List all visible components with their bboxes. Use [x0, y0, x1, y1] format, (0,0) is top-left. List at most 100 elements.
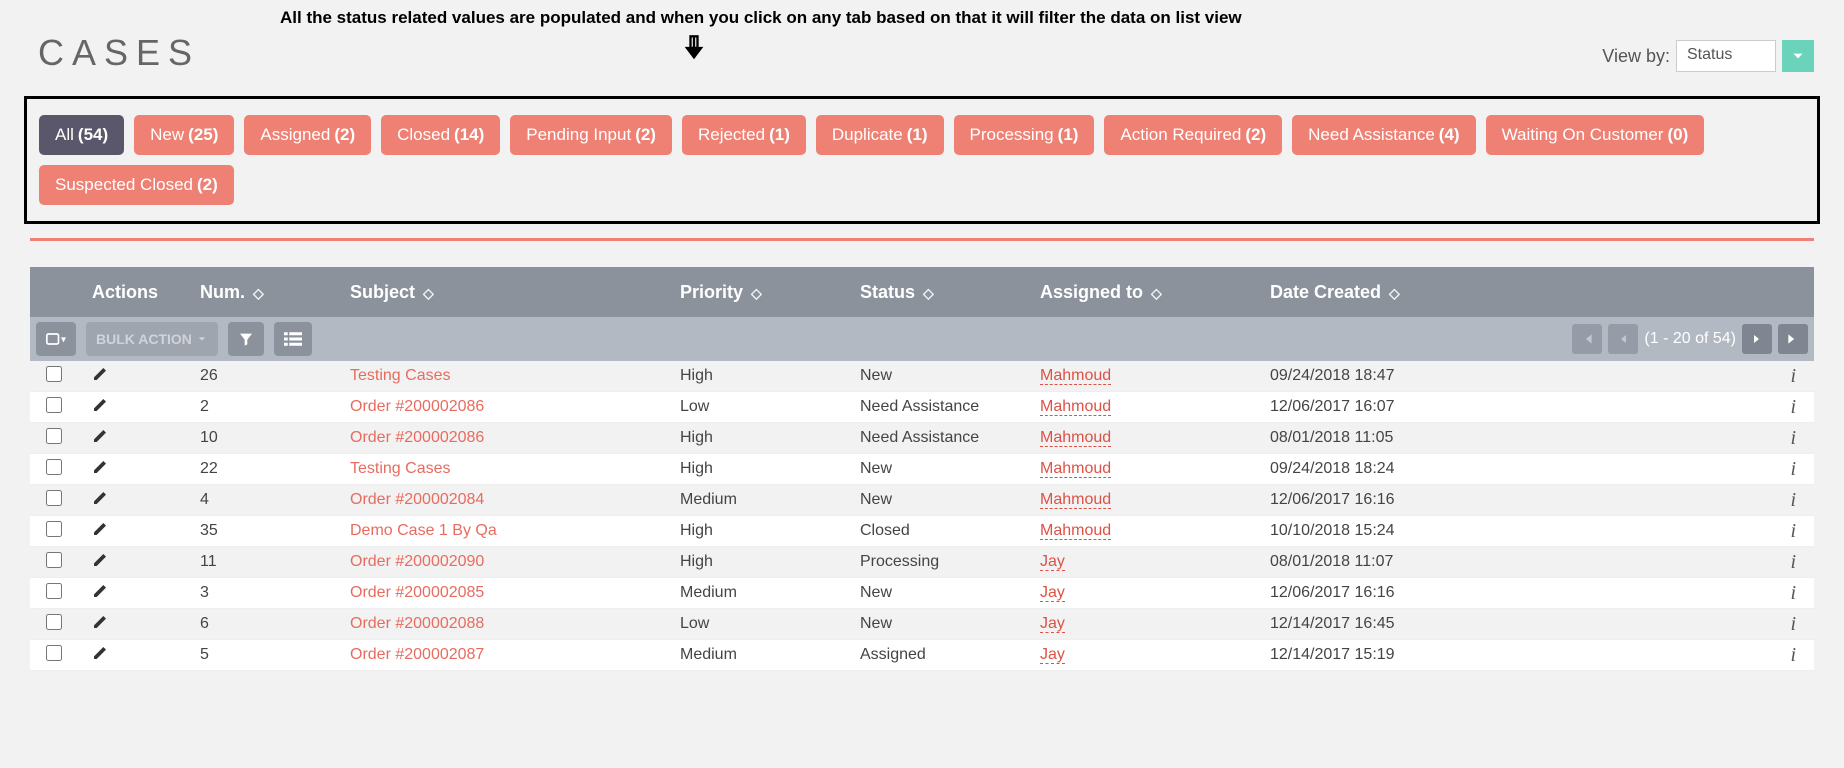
col-num[interactable]: Num.◇ — [200, 282, 350, 303]
info-icon[interactable]: i — [1790, 582, 1796, 604]
status-tab-all[interactable]: All (54) — [39, 115, 124, 155]
tab-count: (2) — [334, 125, 355, 145]
tab-count: (4) — [1439, 125, 1460, 145]
cell-date: 12/06/2017 16:16 — [1270, 491, 1520, 509]
assigned-link[interactable]: Jay — [1040, 584, 1065, 602]
sort-icon: ◇ — [923, 285, 934, 301]
table-row: 5Order #200002087MediumAssignedJay12/14/… — [30, 640, 1814, 671]
subject-link[interactable]: Order #200002088 — [350, 615, 484, 632]
info-icon[interactable]: i — [1790, 396, 1796, 418]
select-mode-button[interactable] — [36, 322, 76, 356]
down-arrow-icon — [680, 34, 708, 67]
pager-first-button[interactable] — [1572, 324, 1602, 354]
row-checkbox[interactable] — [46, 521, 62, 537]
list-view-button[interactable] — [274, 322, 312, 356]
subject-link[interactable]: Testing Cases — [350, 460, 451, 477]
col-assigned[interactable]: Assigned to◇ — [1040, 282, 1270, 303]
cell-priority: High — [680, 429, 860, 447]
edit-icon[interactable] — [92, 586, 108, 603]
pager-prev-button[interactable] — [1608, 324, 1638, 354]
row-checkbox[interactable] — [46, 583, 62, 599]
row-checkbox[interactable] — [46, 490, 62, 506]
filter-button[interactable] — [228, 322, 264, 356]
info-icon[interactable]: i — [1790, 365, 1796, 387]
assigned-link[interactable]: Mahmoud — [1040, 522, 1111, 540]
edit-icon[interactable] — [92, 555, 108, 572]
info-icon[interactable]: i — [1790, 613, 1796, 635]
assigned-link[interactable]: Jay — [1040, 615, 1065, 633]
cell-num: 10 — [200, 429, 350, 447]
assigned-link[interactable]: Jay — [1040, 646, 1065, 664]
row-checkbox[interactable] — [46, 459, 62, 475]
edit-icon[interactable] — [92, 369, 108, 386]
subject-link[interactable]: Order #200002085 — [350, 584, 484, 601]
status-tab-waiting-on-customer[interactable]: Waiting On Customer (0) — [1486, 115, 1705, 155]
status-tab-action-required[interactable]: Action Required (2) — [1104, 115, 1282, 155]
subject-link[interactable]: Order #200002086 — [350, 429, 484, 446]
bulk-action-button[interactable]: BULK ACTION — [86, 322, 218, 356]
subject-link[interactable]: Order #200002090 — [350, 553, 484, 570]
info-icon[interactable]: i — [1790, 489, 1796, 511]
chevron-down-icon[interactable] — [1782, 40, 1814, 72]
status-tab-need-assistance[interactable]: Need Assistance (4) — [1292, 115, 1475, 155]
subject-link[interactable]: Order #200002087 — [350, 646, 484, 663]
tab-label: Duplicate — [832, 125, 903, 145]
table-row: 10Order #200002086HighNeed AssistanceMah… — [30, 423, 1814, 454]
status-tab-processing[interactable]: Processing (1) — [954, 115, 1095, 155]
info-icon[interactable]: i — [1790, 551, 1796, 573]
assigned-link[interactable]: Mahmoud — [1040, 367, 1111, 385]
status-tab-new[interactable]: New (25) — [134, 115, 234, 155]
info-icon[interactable]: i — [1790, 520, 1796, 542]
row-checkbox[interactable] — [46, 428, 62, 444]
assigned-link[interactable]: Mahmoud — [1040, 398, 1111, 416]
sort-icon: ◇ — [1389, 285, 1400, 301]
status-tab-assigned[interactable]: Assigned (2) — [244, 115, 371, 155]
edit-icon[interactable] — [92, 431, 108, 448]
status-tab-suspected-closed[interactable]: Suspected Closed (2) — [39, 165, 234, 205]
edit-icon[interactable] — [92, 493, 108, 510]
subject-link[interactable]: Testing Cases — [350, 367, 451, 384]
col-subject[interactable]: Subject◇ — [350, 282, 680, 303]
subject-link[interactable]: Order #200002084 — [350, 491, 484, 508]
status-tab-rejected[interactable]: Rejected (1) — [682, 115, 806, 155]
info-icon[interactable]: i — [1790, 644, 1796, 666]
pager-next-button[interactable] — [1742, 324, 1772, 354]
assigned-link[interactable]: Mahmoud — [1040, 460, 1111, 478]
table-row: 6Order #200002088LowNewJay12/14/2017 16:… — [30, 609, 1814, 640]
cell-num: 22 — [200, 460, 350, 478]
edit-icon[interactable] — [92, 617, 108, 634]
edit-icon[interactable] — [92, 648, 108, 665]
pager-last-button[interactable] — [1778, 324, 1808, 354]
status-tab-pending-input[interactable]: Pending Input (2) — [510, 115, 672, 155]
cell-status: New — [860, 367, 1040, 385]
col-actions: Actions — [80, 282, 200, 303]
cell-priority: Medium — [680, 491, 860, 509]
edit-icon[interactable] — [92, 462, 108, 479]
col-date[interactable]: Date Created◇ — [1270, 282, 1520, 303]
cell-priority: High — [680, 553, 860, 571]
assigned-link[interactable]: Mahmoud — [1040, 429, 1111, 447]
row-checkbox[interactable] — [46, 614, 62, 630]
row-checkbox[interactable] — [46, 645, 62, 661]
col-status[interactable]: Status◇ — [860, 282, 1040, 303]
viewby-select[interactable]: Status — [1676, 40, 1776, 72]
assigned-link[interactable]: Mahmoud — [1040, 491, 1111, 509]
col-priority-label: Priority — [680, 282, 743, 302]
tab-label: Rejected — [698, 125, 765, 145]
cell-priority: Medium — [680, 584, 860, 602]
col-priority[interactable]: Priority◇ — [680, 282, 860, 303]
row-checkbox[interactable] — [46, 397, 62, 413]
edit-icon[interactable] — [92, 400, 108, 417]
subject-link[interactable]: Order #200002086 — [350, 398, 484, 415]
info-icon[interactable]: i — [1790, 458, 1796, 480]
info-icon[interactable]: i — [1790, 427, 1796, 449]
cell-date: 08/01/2018 11:07 — [1270, 553, 1520, 571]
row-checkbox[interactable] — [46, 552, 62, 568]
subject-link[interactable]: Demo Case 1 By Qa — [350, 522, 497, 539]
row-checkbox[interactable] — [46, 366, 62, 382]
status-tab-closed[interactable]: Closed (14) — [381, 115, 500, 155]
sort-icon: ◇ — [253, 285, 264, 301]
status-tab-duplicate[interactable]: Duplicate (1) — [816, 115, 944, 155]
edit-icon[interactable] — [92, 524, 108, 541]
assigned-link[interactable]: Jay — [1040, 553, 1065, 571]
